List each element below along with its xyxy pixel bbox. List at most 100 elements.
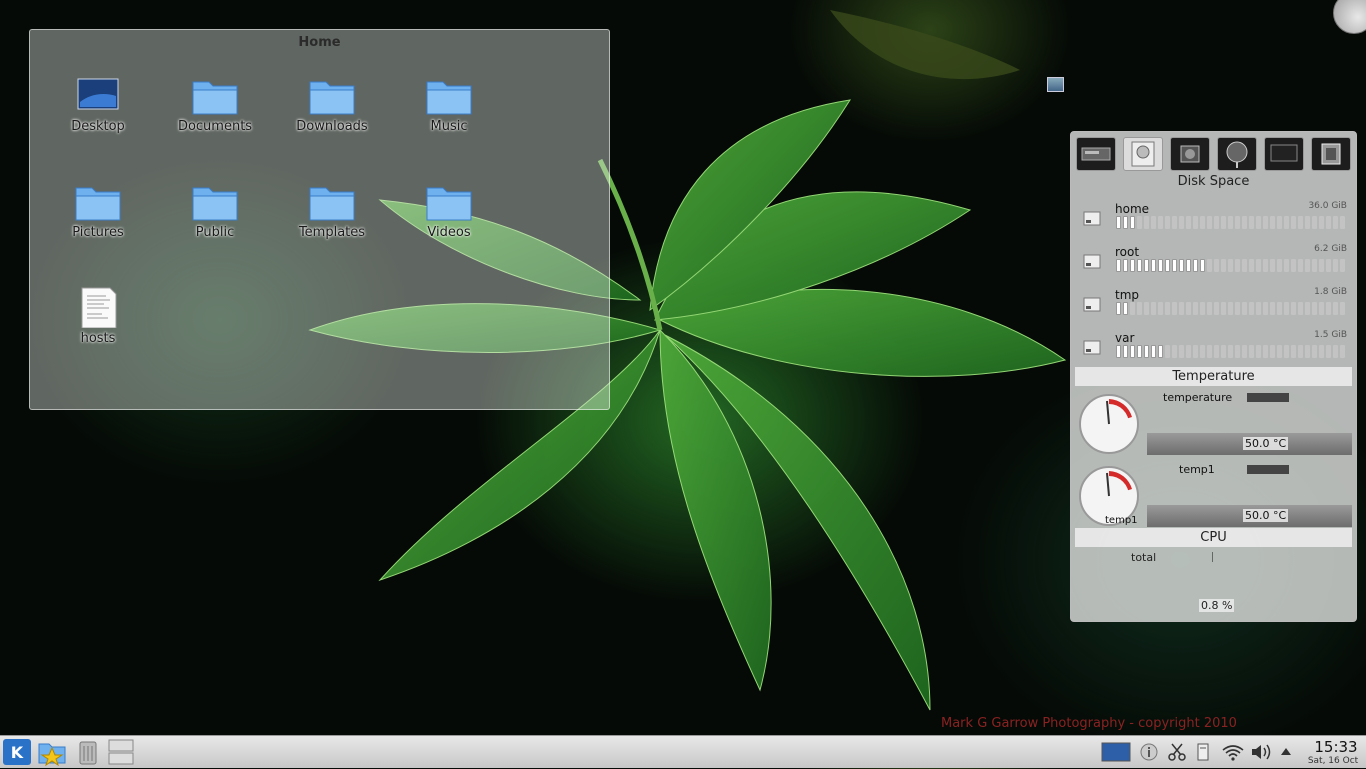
favorites-button[interactable] (37, 738, 67, 767)
disk-bar-segment (1116, 216, 1121, 229)
disk-bar-segment (1263, 302, 1268, 315)
disk-bar-segment (1193, 345, 1198, 358)
drive-icon (1131, 141, 1155, 167)
disk-bar-segment (1172, 302, 1177, 315)
disk-bar-segment (1214, 345, 1219, 358)
disk-bar-segment (1284, 302, 1289, 315)
templates-folder[interactable]: Templates (284, 182, 380, 240)
disk-bar-segment (1312, 345, 1317, 358)
trash-button[interactable] (73, 738, 103, 766)
tab-hard-disk[interactable] (1076, 137, 1116, 171)
hosts-file[interactable]: hosts (50, 286, 146, 346)
disk-usage-bar (1116, 302, 1348, 315)
pictures-folder[interactable]: Pictures (50, 182, 146, 240)
disk-bar-segment (1319, 216, 1324, 229)
sensor-value: 50.0 °C (1243, 437, 1289, 450)
disk-bar-segment (1186, 216, 1191, 229)
wifi-icon[interactable] (1221, 742, 1245, 762)
disk-bar-segment (1249, 216, 1254, 229)
disk-bar-segment (1235, 216, 1240, 229)
disk-bar-segment (1151, 259, 1156, 272)
tab-cpu[interactable] (1311, 137, 1351, 171)
tab-hardware[interactable] (1170, 137, 1210, 171)
clock-date[interactable]: Sat, 16 Oct (1300, 756, 1366, 766)
screen-icon[interactable] (1101, 742, 1131, 762)
cpu-mini-bar (1212, 552, 1213, 562)
disk-bar-segment (1179, 216, 1184, 229)
desktop-folder[interactable]: Desktop (50, 76, 146, 134)
expand-arrow-icon[interactable] (1279, 742, 1293, 762)
disk-bar-segment (1137, 302, 1142, 315)
disk-bar-segment (1179, 259, 1184, 272)
disk-bar-segment (1277, 302, 1282, 315)
disk-bar-segment (1200, 302, 1205, 315)
klipper-scissors-icon[interactable] (1167, 742, 1187, 762)
disk-bar-segment (1319, 259, 1324, 272)
desktop-icon (77, 78, 119, 110)
disk-row-var: var 1.5 GiB (1081, 330, 1353, 370)
downloads-folder[interactable]: Downloads (284, 76, 380, 134)
disk-bar-segment (1193, 259, 1198, 272)
disk-bar-segment (1256, 302, 1261, 315)
disk-bar-segment (1144, 216, 1149, 229)
info-icon[interactable] (1139, 742, 1159, 762)
disk-bar-segment (1116, 302, 1121, 315)
pager-button[interactable] (106, 738, 136, 766)
disk-bar-segment (1340, 302, 1345, 315)
tab-network[interactable] (1217, 137, 1257, 171)
taskbar: K 15:33 Sat, 16 Oct (0, 735, 1366, 768)
disk-bar-segment (1291, 302, 1296, 315)
small-window-icon[interactable] (1047, 77, 1064, 92)
disk-bar-segment (1200, 259, 1205, 272)
hard-disk-icon (1083, 254, 1101, 269)
cpu-header: CPU (1075, 528, 1352, 547)
folder-icon (426, 81, 472, 115)
disk-bar-segment (1291, 345, 1296, 358)
volume-icon[interactable] (1250, 742, 1274, 762)
documents-folder[interactable]: Documents (167, 76, 263, 134)
disk-size: 1.5 GiB (1314, 330, 1347, 340)
clock-time[interactable]: 15:33 (1310, 738, 1362, 756)
kde-menu-button[interactable]: K (2, 738, 32, 766)
disk-bar-segment (1333, 216, 1338, 229)
disk-usage-bar (1116, 216, 1348, 229)
cpu-value: 0.8 % (1199, 599, 1235, 612)
tab-monitor[interactable] (1264, 137, 1304, 171)
item-label: Desktop (71, 119, 125, 134)
gauge-label: temp1 (1105, 515, 1138, 526)
videos-folder[interactable]: Videos (401, 182, 497, 240)
disk-bar-segment (1207, 302, 1212, 315)
disk-bar-segment (1319, 345, 1324, 358)
disk-bar-segment (1130, 302, 1135, 315)
disk-bar-segment (1186, 259, 1191, 272)
disk-bar-segment (1263, 259, 1268, 272)
hard-disk-icon (1081, 147, 1111, 161)
item-label: Music (430, 119, 468, 134)
disk-bar-segment (1270, 216, 1275, 229)
folder-icon (309, 187, 355, 221)
network-globe-icon (1226, 141, 1248, 168)
disk-bar-segment (1319, 302, 1324, 315)
folder-icon (192, 81, 238, 115)
folder-icon (75, 187, 121, 221)
disk-bar-segment (1270, 259, 1275, 272)
disk-bar-segment (1165, 345, 1170, 358)
disk-bar-segment (1333, 259, 1338, 272)
disk-bar-segment (1130, 216, 1135, 229)
disk-bar-segment (1298, 216, 1303, 229)
hardware-icon (1180, 145, 1200, 163)
tab-drive[interactable] (1123, 137, 1163, 171)
device-notifier-icon[interactable] (1193, 742, 1213, 762)
public-folder[interactable]: Public (167, 182, 263, 240)
disk-bar-segment (1326, 216, 1331, 229)
disk-bar-segment (1193, 302, 1198, 315)
disk-bar-segment (1291, 259, 1296, 272)
music-folder[interactable]: Music (401, 76, 497, 134)
folder-view-widget: Home Desktop Documents Downloads Music P… (29, 29, 610, 410)
disk-bar-segment (1242, 302, 1247, 315)
disk-bar-segment (1263, 345, 1268, 358)
disk-bar-segment (1249, 302, 1254, 315)
disk-bar-segment (1144, 259, 1149, 272)
disk-bar-segment (1312, 302, 1317, 315)
disk-bar-segment (1249, 259, 1254, 272)
